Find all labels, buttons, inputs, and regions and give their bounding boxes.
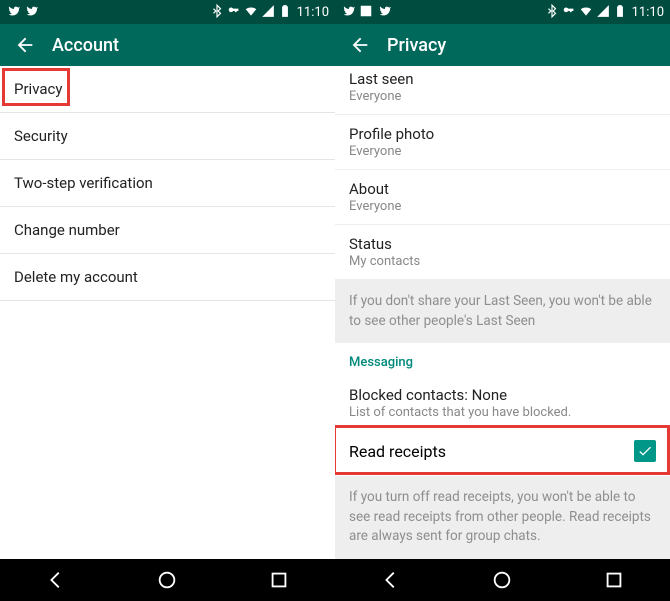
app-bar: Privacy bbox=[335, 24, 670, 66]
item-change-number[interactable]: Change number bbox=[0, 207, 335, 254]
page-title: Privacy bbox=[387, 35, 446, 56]
battery-icon bbox=[278, 4, 292, 21]
setting-read-receipts[interactable]: Read receipts bbox=[335, 426, 670, 476]
status-bar: 11:10 bbox=[335, 0, 670, 24]
wifi-icon bbox=[579, 4, 593, 21]
read-receipts-checkbox[interactable] bbox=[634, 440, 656, 462]
bluetooth-icon bbox=[545, 4, 559, 21]
app-bar: Account bbox=[0, 24, 335, 66]
battery-icon bbox=[613, 4, 627, 21]
nav-bar bbox=[0, 559, 670, 601]
twitter-icon bbox=[341, 4, 355, 21]
setting-sub: Everyone bbox=[349, 89, 656, 104]
setting-profile-photo[interactable]: Profile photo Everyone bbox=[335, 115, 670, 170]
setting-last-seen[interactable]: Last seen Everyone bbox=[335, 66, 670, 115]
read-receipts-info: If you turn off read receipts, you won't… bbox=[335, 476, 670, 559]
nav-recents-button[interactable] bbox=[603, 569, 625, 591]
lastseen-info: If you don't share your Last Seen, you w… bbox=[335, 280, 670, 343]
phone-account: 11:10 Account Privacy Security Two-step … bbox=[0, 0, 335, 559]
setting-title: About bbox=[349, 180, 656, 198]
back-button[interactable] bbox=[345, 30, 375, 60]
nav-back-button[interactable] bbox=[380, 569, 402, 591]
item-delete-account[interactable]: Delete my account bbox=[0, 254, 335, 301]
key-icon bbox=[562, 4, 576, 21]
status-bar: 11:10 bbox=[0, 0, 335, 24]
setting-sub: Everyone bbox=[349, 199, 656, 214]
clock-text: 11:10 bbox=[297, 5, 329, 20]
signal-icon bbox=[261, 4, 275, 21]
read-receipts-label: Read receipts bbox=[349, 442, 446, 461]
nav-recents-button[interactable] bbox=[268, 569, 290, 591]
back-button[interactable] bbox=[10, 30, 40, 60]
setting-title: Profile photo bbox=[349, 125, 656, 143]
nav-back-button[interactable] bbox=[45, 569, 67, 591]
phone-privacy: 11:10 Privacy Last seen Everyone Profile… bbox=[335, 0, 670, 559]
clock-text: 11:10 bbox=[632, 5, 664, 20]
twitter-icon bbox=[24, 4, 38, 21]
setting-status[interactable]: Status My contacts bbox=[335, 225, 670, 280]
image-icon bbox=[359, 4, 373, 21]
setting-title: Last seen bbox=[349, 70, 656, 88]
bluetooth-icon bbox=[210, 4, 224, 21]
privacy-list[interactable]: Last seen Everyone Profile photo Everyon… bbox=[335, 66, 670, 559]
twitter-icon bbox=[6, 4, 20, 21]
setting-title: Blocked contacts: None bbox=[349, 386, 656, 404]
signal-icon bbox=[596, 4, 610, 21]
setting-about[interactable]: About Everyone bbox=[335, 170, 670, 225]
item-two-step[interactable]: Two-step verification bbox=[0, 160, 335, 207]
twitter-icon bbox=[377, 4, 391, 21]
setting-sub: My contacts bbox=[349, 254, 656, 269]
item-security[interactable]: Security bbox=[0, 113, 335, 160]
key-icon bbox=[227, 4, 241, 21]
setting-sub: Everyone bbox=[349, 144, 656, 159]
section-messaging: Messaging bbox=[335, 343, 670, 376]
check-icon bbox=[637, 443, 653, 459]
wifi-icon bbox=[244, 4, 258, 21]
setting-sub: List of contacts that you have blocked. bbox=[349, 405, 656, 420]
setting-blocked[interactable]: Blocked contacts: None List of contacts … bbox=[335, 376, 670, 426]
account-list: Privacy Security Two-step verification C… bbox=[0, 66, 335, 559]
page-title: Account bbox=[52, 35, 119, 56]
nav-home-button[interactable] bbox=[156, 569, 178, 591]
setting-title: Status bbox=[349, 235, 656, 253]
item-privacy[interactable]: Privacy bbox=[0, 66, 335, 113]
nav-home-button[interactable] bbox=[491, 569, 513, 591]
